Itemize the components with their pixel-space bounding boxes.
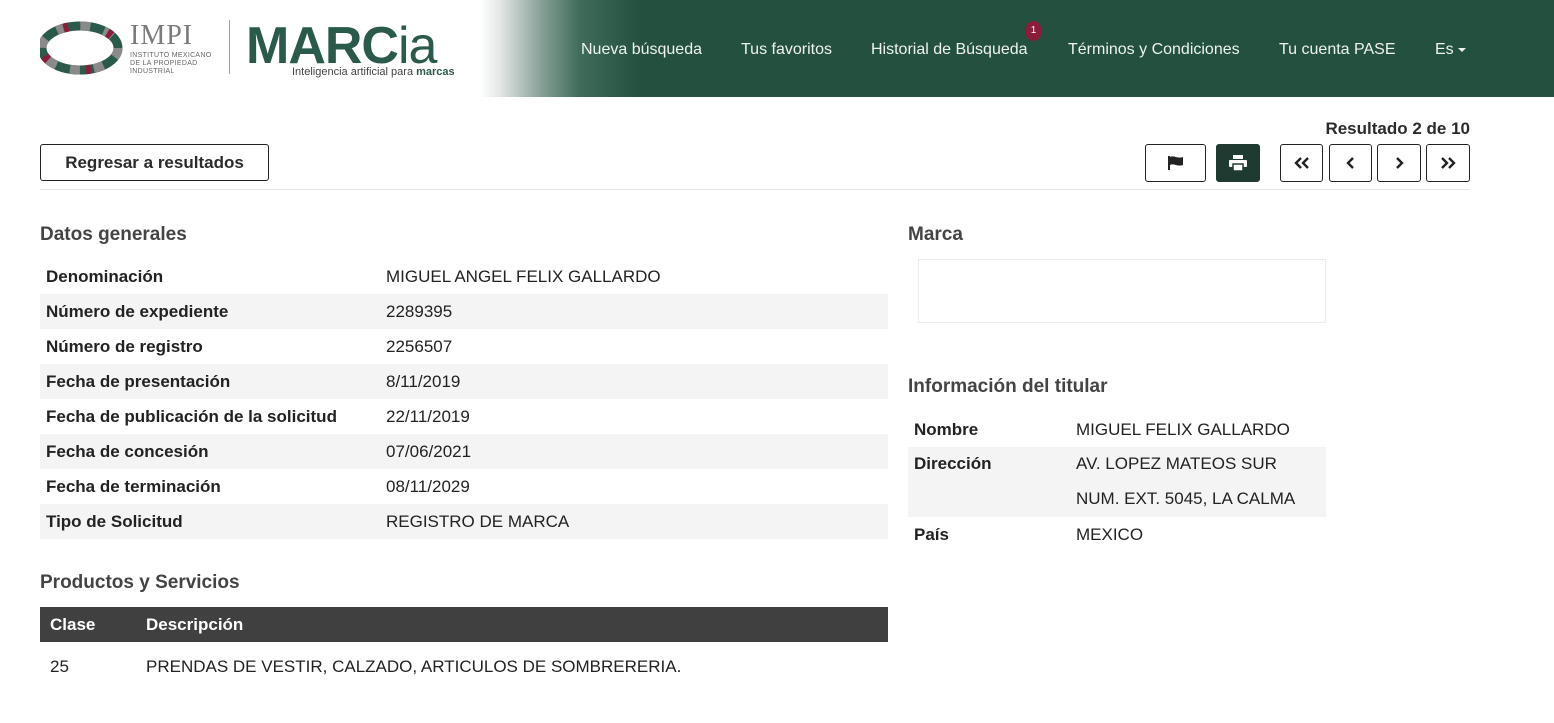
field-value: 07/06/2021 [380, 434, 888, 469]
column-header-clase: Clase [40, 607, 136, 642]
field-value: MIGUEL ANGEL FELIX GALLARDO [386, 266, 661, 286]
field-label: Fecha de publicación de la solicitud [46, 406, 337, 426]
productos-servicios-title: Productos y Servicios [40, 572, 240, 593]
flag-button[interactable] [1145, 144, 1206, 182]
cell-descripcion: PRENDAS DE VESTIR, CALZADO, ARTICULOS DE… [146, 657, 682, 676]
caret-down-icon [1457, 47, 1466, 52]
next-page-button[interactable] [1377, 144, 1421, 182]
print-icon [1229, 155, 1247, 171]
cell-clase: 25 [50, 657, 69, 676]
field-value: MEXICO [1076, 524, 1144, 544]
language-selector[interactable]: Es [1435, 41, 1466, 59]
field-value: REGISTRO DE MARCA [380, 504, 888, 539]
field-label: País [914, 524, 949, 544]
field-label: Nombre [914, 419, 979, 439]
field-value: AV. LOPEZ MATEOS SUR NUM. EXT. 5045, LA … [1070, 447, 1326, 517]
prev-page-button[interactable] [1329, 144, 1372, 182]
nav-terminos-condiciones[interactable]: Términos y Condiciones [1068, 41, 1240, 59]
top-navigation-bar: IMPI INSTITUTO MEXICANO DE LA PROPIEDAD … [0, 0, 1554, 97]
next-page-icon [1396, 157, 1404, 169]
address-line: AV. LOPEZ MATEOS SUR [1076, 454, 1277, 473]
field-label: Número de registro [46, 336, 203, 356]
table-row: Fecha de concesión 07/06/2021 [40, 434, 888, 469]
nav-historial-busqueda[interactable]: Historial de Búsqueda [871, 41, 1028, 59]
field-value: 22/11/2019 [386, 406, 470, 426]
productos-servicios-table: Clase Descripción 25 PRENDAS DE VESTIR, … [40, 607, 888, 692]
field-value: MIGUEL FELIX GALLARDO [1076, 419, 1290, 439]
main-nav: Nueva búsqueda Tus favoritos Historial d… [0, 0, 1554, 97]
table-header-row: Clase Descripción [40, 607, 888, 642]
field-label: Número de expediente [40, 294, 380, 329]
last-page-button[interactable] [1426, 144, 1470, 182]
flag-icon [1167, 156, 1183, 170]
table-row: Número de registro 2256507 [40, 329, 888, 364]
marca-image-box [918, 259, 1326, 323]
back-to-results-button[interactable]: Regresar a resultados [40, 144, 269, 181]
table-row: 25 PRENDAS DE VESTIR, CALZADO, ARTICULOS… [40, 642, 888, 692]
field-value: 2289395 [380, 294, 888, 329]
titular-table: Nombre MIGUEL FELIX GALLARDO Dirección A… [908, 412, 1326, 552]
language-label: Es [1435, 41, 1454, 58]
field-label: Tipo de Solicitud [40, 504, 380, 539]
first-page-icon [1293, 157, 1309, 169]
marca-title: Marca [908, 224, 963, 245]
nav-tus-favoritos[interactable]: Tus favoritos [741, 41, 832, 59]
last-page-icon [1441, 157, 1456, 169]
field-label: Dirección [908, 447, 1070, 517]
field-label: Denominación [46, 266, 164, 286]
nav-tu-cuenta-pase[interactable]: Tu cuenta PASE [1279, 41, 1396, 59]
field-value: 08/11/2029 [386, 476, 470, 496]
table-row: Número de expediente 2289395 [40, 294, 888, 329]
titular-title: Información del titular [908, 376, 1108, 397]
toolbar-divider [40, 189, 1470, 190]
historial-count-badge: 1 [1026, 21, 1041, 41]
field-label: Fecha de presentación [40, 364, 380, 399]
table-row: Fecha de publicación de la solicitud 22/1… [40, 399, 888, 434]
table-row: País MEXICO [908, 517, 1326, 552]
field-value: 8/11/2019 [380, 364, 888, 399]
prev-page-icon [1345, 157, 1354, 169]
table-row: Nombre MIGUEL FELIX GALLARDO [908, 412, 1326, 447]
nav-nueva-busqueda[interactable]: Nueva búsqueda [581, 41, 702, 59]
datos-generales-table: Denominación MIGUEL ANGEL FELIX GALLARDO … [40, 259, 888, 539]
result-counter: Resultado 2 de 10 [1325, 119, 1470, 138]
field-label: Fecha de terminación [46, 476, 221, 496]
table-row: Dirección AV. LOPEZ MATEOS SUR NUM. EXT.… [908, 447, 1326, 517]
table-row: Fecha de presentación 8/11/2019 [40, 364, 888, 399]
field-label: Fecha de concesión [40, 434, 380, 469]
address-line: NUM. EXT. 5045, LA CALMA [1076, 489, 1296, 508]
first-page-button[interactable] [1280, 144, 1323, 182]
table-row: Fecha de terminación 08/11/2029 [40, 469, 888, 504]
table-row: Denominación MIGUEL ANGEL FELIX GALLARDO [40, 259, 888, 294]
datos-generales-title: Datos generales [40, 224, 187, 245]
field-value: 2256507 [386, 336, 453, 356]
print-button[interactable] [1216, 144, 1260, 182]
table-row: Tipo de Solicitud REGISTRO DE MARCA [40, 504, 888, 539]
column-header-descripcion: Descripción [136, 607, 888, 642]
